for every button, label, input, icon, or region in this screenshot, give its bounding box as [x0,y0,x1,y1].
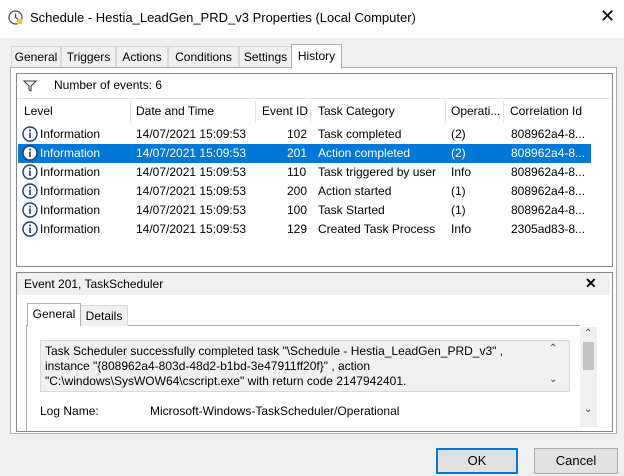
row-correlation-id: 808962a4-8... [511,146,586,160]
scroll-up-arrow-icon[interactable]: ⌃ [584,328,592,339]
row-task-category: Created Task Process [318,222,436,236]
detail-tab-general[interactable]: General [27,303,81,326]
detail-tab-details[interactable]: Details [80,305,128,326]
tab-settings[interactable]: Settings [239,46,292,67]
event-row[interactable]: Information 14/07/2021 15:09:53 102 Task… [18,125,591,144]
tab-general[interactable]: General [11,46,61,67]
row-level: Information [40,203,101,217]
event-row[interactable]: Information 14/07/2021 15:09:53 129 Crea… [18,220,591,239]
log-name-value: Microsoft-Windows-TaskScheduler/Operatio… [150,404,400,418]
clock-app-icon [8,10,23,25]
column-header-task-category[interactable]: Task Category [318,104,395,118]
row-event-id: 201 [287,146,308,160]
row-datetime: 14/07/2021 15:09:53 [136,165,247,179]
row-event-id: 200 [287,184,308,198]
column-divider[interactable] [255,101,256,123]
row-event-id: 129 [287,222,308,236]
tab-triggers[interactable]: Triggers [61,46,116,67]
row-correlation-id: 808962a4-8... [511,184,586,198]
row-level: Information [40,184,101,198]
column-header-level[interactable]: Level [24,104,53,118]
row-task-category: Action completed [318,146,411,160]
information-icon [22,221,38,237]
filter-icon[interactable] [23,80,37,92]
row-operational-code: (2) [451,127,466,141]
information-icon [22,164,38,180]
row-task-category: Task Started [318,203,385,217]
scroll-down-arrow-icon[interactable]: ⌄ [584,404,592,415]
column-header-datetime[interactable]: Date and Time [136,104,214,118]
row-correlation-id: 2305ad83-8... [511,222,586,236]
event-row-selected[interactable]: Information 14/07/2021 15:09:53 201 Acti… [18,144,591,163]
row-datetime: 14/07/2021 15:09:53 [136,127,247,141]
scrollbar-thumb[interactable] [583,342,594,370]
row-operational-code: Info [451,165,472,179]
column-divider[interactable] [310,101,311,123]
row-correlation-id: 808962a4-8... [511,127,586,141]
row-event-id: 100 [287,203,308,217]
row-datetime: 14/07/2021 15:09:53 [136,146,247,160]
tab-conditions[interactable]: Conditions [168,46,239,67]
column-divider[interactable] [503,101,504,123]
description-scroll-up-icon[interactable]: ⌃ [549,343,557,354]
event-row[interactable]: Information 14/07/2021 15:09:53 200 Acti… [18,182,591,201]
column-header-correlation-id[interactable]: Correlation Id [510,104,582,118]
tab-actions[interactable]: Actions [116,46,168,67]
detail-close-button[interactable]: ✕ [585,275,597,292]
row-task-category: Task triggered by user [318,165,437,179]
event-row[interactable]: Information 14/07/2021 15:09:53 100 Task… [18,201,591,220]
row-task-category: Task completed [318,127,402,141]
row-level: Information [40,222,101,236]
row-level: Information [40,165,101,179]
event-row[interactable]: Information 14/07/2021 15:09:53 110 Task… [18,163,591,182]
information-icon [22,145,38,161]
column-divider[interactable] [130,101,131,123]
row-task-category: Action started [318,184,392,198]
row-level: Information [40,127,101,141]
row-operational-code: (1) [451,184,466,198]
information-icon [22,202,38,218]
row-event-id: 102 [287,127,308,141]
ok-button[interactable]: OK [436,448,518,474]
row-correlation-id: 808962a4-8... [511,203,586,217]
row-operational-code: (2) [451,146,466,160]
row-operational-code: Info [451,222,472,236]
row-datetime: 14/07/2021 15:09:53 [136,203,247,217]
column-header-operational-code[interactable]: Operati... [451,104,500,118]
row-event-id: 110 [287,165,307,179]
tab-history[interactable]: History [291,44,342,69]
event-detail-title: Event 201, TaskScheduler [24,277,164,291]
column-header-event-id[interactable]: Event ID [262,104,308,118]
event-count-label: Number of events: 6 [54,78,163,92]
row-correlation-id: 808962a4-8... [511,165,586,179]
window-title: Schedule - Hestia_LeadGen_PRD_v3 Propert… [30,10,416,25]
information-icon [22,126,38,142]
information-icon [22,183,38,199]
row-datetime: 14/07/2021 15:09:53 [136,222,247,236]
log-name-label: Log Name: [40,404,99,418]
description-scroll-down-icon[interactable]: ⌄ [549,374,557,385]
cancel-button[interactable]: Cancel [534,448,618,474]
column-divider[interactable] [445,101,446,123]
window-close-button[interactable]: ✕ [600,7,615,25]
row-operational-code: (1) [451,203,466,217]
row-datetime: 14/07/2021 15:09:53 [136,184,247,198]
event-description: Task Scheduler successfully completed ta… [45,344,504,388]
row-level: Information [40,146,101,160]
